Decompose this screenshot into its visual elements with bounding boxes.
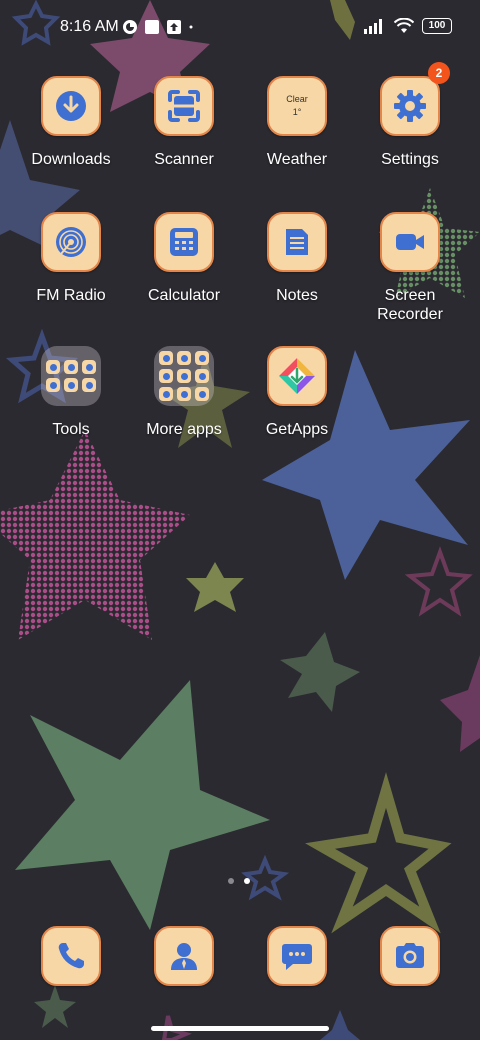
calculator-icon <box>170 228 198 256</box>
notification-badge: 2 <box>428 62 450 84</box>
weather-widget-tile: Clear 1° <box>267 76 327 136</box>
phone-icon-tile <box>41 926 101 986</box>
video-camera-icon <box>396 234 424 250</box>
settings-icon-tile: 2 <box>380 62 450 136</box>
folder-more-apps[interactable]: More apps <box>129 346 239 439</box>
mini-app-icon <box>64 378 78 392</box>
scanner-icon-tile <box>154 76 214 136</box>
weather-condition: Clear <box>286 94 308 104</box>
mini-app-icon <box>177 351 191 365</box>
app-label: GetApps <box>265 421 329 438</box>
app-calculator[interactable]: Calculator <box>129 212 239 305</box>
wallpaper-star <box>0 430 190 640</box>
app-getapps[interactable]: GetApps <box>242 346 352 439</box>
mini-app-icon <box>159 387 173 401</box>
app-label: Tools <box>52 421 90 438</box>
app-notification-icon <box>123 20 137 34</box>
app-scanner[interactable]: Scanner <box>129 76 239 169</box>
app-label: Downloads <box>31 151 111 168</box>
dock-phone[interactable] <box>16 926 126 986</box>
getapps-icon-tile <box>267 346 327 406</box>
radio-icon <box>56 227 86 257</box>
system-status: 100 <box>364 18 452 34</box>
page-dot-active[interactable] <box>244 878 250 884</box>
scanner-icon <box>168 90 200 122</box>
contacts-icon-tile <box>154 926 214 986</box>
signal-icon <box>364 19 382 34</box>
status-time: 8:16 AM <box>60 18 119 35</box>
gear-icon <box>394 90 426 122</box>
mini-app-icon <box>82 360 96 374</box>
mini-app-icon <box>46 360 60 374</box>
wallpaper-star-outline <box>241 854 290 901</box>
mini-app-icon <box>195 369 209 383</box>
mini-app-icon <box>64 360 78 374</box>
mini-app-icon <box>159 369 173 383</box>
app-label: More apps <box>146 421 222 438</box>
page-dot[interactable] <box>228 878 234 884</box>
camera-icon <box>396 943 424 968</box>
mini-app-icon <box>46 378 60 392</box>
wallpaper-star <box>320 1010 360 1040</box>
wallpaper-star-outline <box>305 772 452 934</box>
calculator-icon-tile <box>154 212 214 272</box>
getapps-icon <box>279 358 315 394</box>
wallpaper-star-outline <box>404 546 473 617</box>
app-label: FM Radio <box>36 287 106 304</box>
camera-icon-tile <box>380 926 440 986</box>
app-fm-radio[interactable]: FM Radio <box>16 212 126 305</box>
mini-app-icon <box>177 387 191 401</box>
app-label: Calculator <box>147 287 221 304</box>
app-label: Notes <box>276 287 318 304</box>
notes-icon <box>286 229 308 255</box>
contacts-icon <box>171 943 197 970</box>
notification-icons <box>122 18 194 36</box>
app-downloads[interactable]: Downloads <box>16 76 126 169</box>
folder-tools[interactable]: Tools <box>16 346 126 439</box>
wifi-icon <box>394 18 414 33</box>
app-notes[interactable]: Notes <box>242 212 352 305</box>
app-label: Screen Recorder <box>355 286 465 324</box>
upload-notification-icon <box>167 20 181 34</box>
wallpaper-star <box>280 632 360 712</box>
app-settings[interactable]: 2 Settings <box>355 62 465 169</box>
screen-recorder-icon-tile <box>380 212 440 272</box>
app-label: Weather <box>266 151 328 168</box>
app-label: Settings <box>381 151 439 168</box>
page-indicator <box>228 878 250 884</box>
weather-temperature: 1° <box>292 107 302 117</box>
mini-app-icon <box>195 351 209 365</box>
notes-icon-tile <box>267 212 327 272</box>
folder-preview <box>154 346 214 406</box>
folder-preview <box>41 346 101 406</box>
wallpaper-star <box>15 680 270 930</box>
mini-app-icon <box>159 351 173 365</box>
messages-icon <box>282 944 312 970</box>
home-gesture-bar[interactable] <box>151 1026 329 1031</box>
mini-app-icon <box>177 369 191 383</box>
downloads-icon-tile <box>41 76 101 136</box>
app-label: Scanner <box>154 151 214 168</box>
app-label-line: Recorder <box>377 306 443 323</box>
status-bar: 8:16 AM 100 <box>0 0 480 56</box>
mini-app-icon <box>195 387 209 401</box>
battery-icon: 100 <box>422 18 452 34</box>
phone-icon <box>58 943 84 969</box>
wallpaper-star <box>34 985 76 1028</box>
square-notification-icon <box>145 20 159 34</box>
messages-icon-tile <box>267 926 327 986</box>
dock-contacts[interactable] <box>129 926 239 986</box>
mini-app-icon <box>82 378 96 392</box>
download-arrow-icon <box>56 91 86 121</box>
dot-notification-icon <box>189 25 193 29</box>
wallpaper-star <box>186 562 244 612</box>
weather-summary: Clear 1° <box>286 93 308 119</box>
app-label-line: Screen <box>384 287 436 304</box>
dock-camera[interactable] <box>355 926 465 986</box>
wallpaper-star <box>440 655 480 752</box>
app-weather[interactable]: Clear 1° Weather <box>242 76 352 169</box>
app-screen-recorder[interactable]: Screen Recorder <box>355 212 465 324</box>
dock-messages[interactable] <box>242 926 352 986</box>
fm-radio-icon-tile <box>41 212 101 272</box>
